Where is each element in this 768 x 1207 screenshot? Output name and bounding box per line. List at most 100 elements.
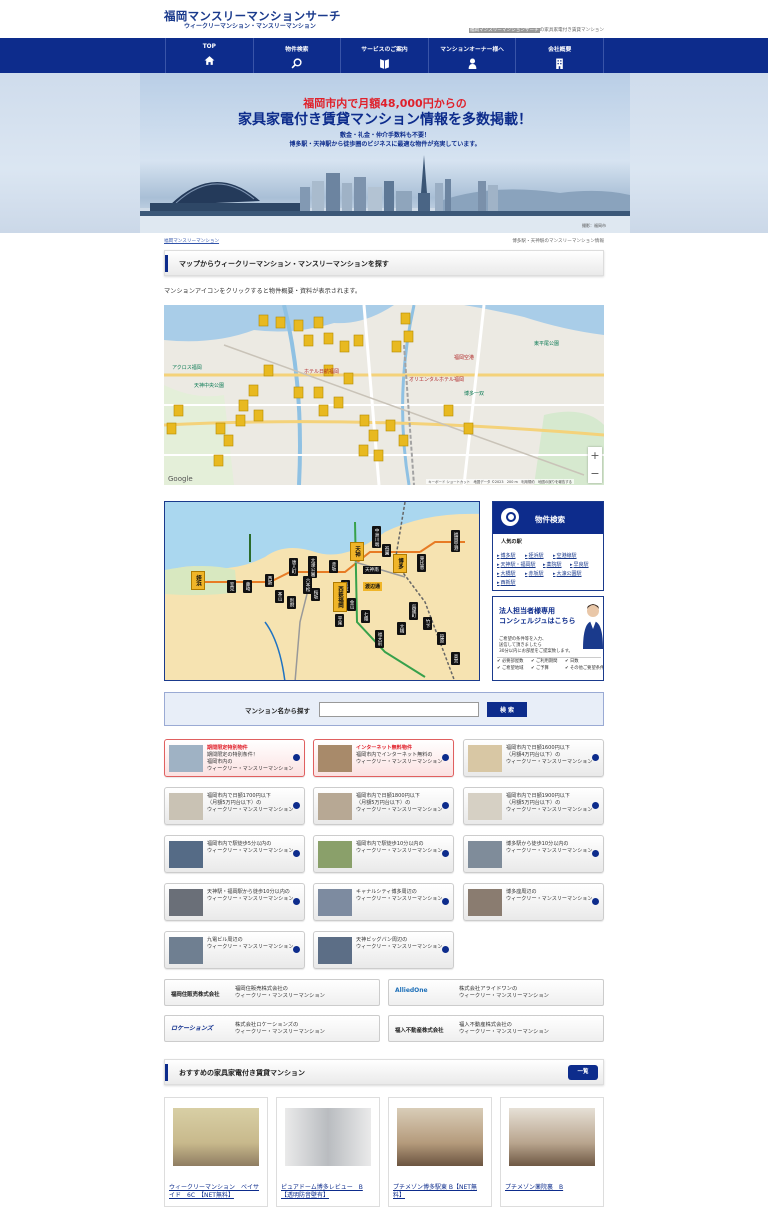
station-ohashi[interactable]: 大橋 (397, 622, 406, 636)
route-map[interactable]: 姪浜 室見 藤崎 西新 唐人町 大濠公園 赤坂 天神 中洲川端 祇園 博多 東比… (164, 501, 480, 681)
company-card[interactable]: 福入不動産株式会社 福入不動産株式会社の ウィークリー・マンスリーマンション (388, 1015, 604, 1042)
category-card[interactable]: 福岡市内で日額1800円以下 （月額5万円台以下）の ウィークリー・マンスリーマ… (313, 787, 454, 825)
category-card[interactable]: 福岡市内で日額1700円以下 （月額5万円台以下）の ウィークリー・マンスリーマ… (164, 787, 305, 825)
station-higashihie[interactable]: 東比恵 (417, 554, 426, 572)
company-card[interactable]: 福岡住販売株式会社 福岡住販売株式会社の ウィークリー・マンスリーマンション (164, 979, 380, 1006)
google-map[interactable]: アクロス福岡 天神中央公園 博多一双 東平尾公園 ホテル日航福岡 オリエンタルホテル福岡… (164, 305, 604, 485)
station-fukudaimae[interactable]: 福大前 (375, 630, 384, 648)
category-description: 天神駅・福岡駅から徒歩10分以内の ウィークリー・マンスリーマンション (207, 889, 294, 902)
station-akasaka[interactable]: 赤坂 (329, 560, 338, 574)
concierge-line2: コンシェルジュはこちら (499, 617, 576, 625)
recommended-card[interactable]: ウィークリーマンション ベイサ イド 6C 【NET無料】 (164, 1097, 268, 1207)
zoom-in-button[interactable]: + (588, 447, 602, 465)
recommended-card[interactable]: プチメゾン薬院裏 B (500, 1097, 604, 1207)
zoom-out-button[interactable]: − (588, 465, 602, 483)
category-text: 福岡市内で日額1700円以下 （月額5万円台以下）の ウィークリー・マンスリーマ… (207, 793, 294, 814)
station-watanabedori[interactable]: 渡辺通 (363, 582, 383, 591)
station-gion[interactable]: 祇園 (382, 544, 391, 558)
company-name: 福岡住販売株式会社 (171, 992, 220, 998)
category-card[interactable]: 博多駅から徒歩10分以内の ウィークリー・マンスリーマンション (463, 835, 604, 873)
view-all-button[interactable]: 一覧 (568, 1065, 598, 1080)
station-tenjin[interactable]: 天神 (350, 542, 364, 561)
category-thumbnail (169, 793, 203, 820)
station-muromi[interactable]: 室見 (227, 580, 236, 594)
station-ropponmatsu[interactable]: 六本松 (303, 576, 312, 594)
category-card[interactable]: 福岡市内で日額1600円以下 （月額4万円台以下）の ウィークリー・マンスリーマ… (463, 739, 604, 777)
nav-owner[interactable]: マンションオーナー様へ (427, 38, 516, 73)
popular-station-link[interactable]: 早良駅 (570, 561, 589, 568)
station-gofukumachi[interactable]: 呉服町 (409, 602, 418, 620)
station-nakasu[interactable]: 中洲川端 (372, 526, 381, 549)
station-kanayama[interactable]: 金山 (347, 598, 356, 612)
station-sasabaru[interactable]: 笹原 (437, 632, 446, 646)
station-tojinmachi[interactable]: 唐人町 (289, 558, 298, 576)
corporate-concierge-banner[interactable]: 法人担当者様専用 コンシェルジュはこちら ご希望の条件等を入力、 送信して頂きま… (492, 596, 604, 681)
station-nishijin[interactable]: 西新 (265, 574, 274, 588)
category-thumbnail (318, 841, 352, 868)
station-tenjin-minami[interactable]: 天神南 (363, 566, 381, 574)
property-name[interactable]: ウィークリーマンション ベイサ イド 6C 【NET無料】 (169, 1184, 265, 1200)
station-meinohama[interactable]: 姪浜 (191, 571, 205, 590)
station-fujisaki[interactable]: 藤崎 (243, 580, 252, 594)
arrow-icon (592, 802, 599, 809)
breadcrumb[interactable]: 福岡マンスリーマンション (164, 238, 219, 244)
popular-station-link[interactable]: 薬院駅 (543, 561, 562, 568)
station-hakata[interactable]: 博多 (393, 554, 407, 573)
property-search-button[interactable]: 物件検索 (493, 502, 603, 534)
category-card[interactable]: 天神駅・福岡駅から徒歩10分以内の ウィークリー・マンスリーマンション (164, 883, 305, 921)
popular-station-link[interactable]: 空港線駅 (553, 552, 577, 559)
property-name[interactable]: プチメゾン博多駅東 B【NET無 料】 (393, 1184, 489, 1200)
category-card[interactable]: 九電ビル周辺の ウィークリー・マンスリーマンション (164, 931, 305, 969)
station-sakurazaka[interactable]: 桜坂 (311, 588, 320, 602)
category-card[interactable]: 福岡市内で駅徒歩10分以内の ウィークリー・マンスリーマンション (313, 835, 454, 873)
category-description: 期間限定の特別条件！ 福岡市内の ウィークリー・マンスリーマンション (207, 752, 294, 772)
station-fukuoka-airport[interactable]: 福岡空港 (451, 530, 460, 553)
category-card[interactable]: 期間限定特別物件 期間限定の特別条件！ 福岡市内の ウィークリー・マンスリーマン… (164, 739, 305, 777)
nav-search[interactable]: 物件検索 (252, 38, 341, 73)
google-logo: Google (168, 475, 193, 483)
company-card[interactable]: AlliedOne 株式会社アライドワンの ウィークリー・マンスリーマンション (388, 979, 604, 1006)
name-search-button[interactable]: 検 索 (487, 702, 527, 717)
map-attribution[interactable]: キーボード ショートカット 地図データ ©2023 200 m 利用規約 地図の… (426, 479, 574, 484)
property-name[interactable]: プチメゾン薬院裏 B (505, 1184, 601, 1192)
map-zoom-control: + − (588, 447, 602, 483)
station-chayama[interactable]: 茶山 (275, 590, 284, 604)
category-card[interactable]: インターネット無料物件 福岡市内でインターネット無料の ウィークリー・マンスリー… (313, 739, 454, 777)
station-befu[interactable]: 別府 (287, 596, 296, 610)
category-card[interactable]: 福岡市内で日額1900円以下 （月額5万円台以下）の ウィークリー・マンスリーマ… (463, 787, 604, 825)
property-name[interactable]: ピュアドーム博多レビュー B 【透明防音壁有】 (281, 1184, 377, 1200)
popular-station-link[interactable]: 赤坂駅 (525, 570, 544, 577)
popular-station-link[interactable]: 天神駅・福岡駅 (497, 561, 536, 568)
station-hirao[interactable]: 平尾 (335, 614, 344, 628)
station-takamiya[interactable]: 高宮 (451, 652, 460, 666)
company-desc: 福岡住販売株式会社の ウィークリー・マンスリーマンション (235, 986, 325, 999)
category-thumbnail (318, 889, 352, 916)
category-description: 九電ビル周辺の ウィークリー・マンスリーマンション (207, 937, 294, 950)
station-nishitetsu-fukuoka[interactable]: 西鉄福岡 (333, 582, 347, 612)
popular-station-link[interactable]: 大橋駅 (497, 570, 516, 577)
popular-station-link[interactable]: 大濠公園駅 (553, 570, 582, 577)
category-card[interactable]: 天神ビッグバン周辺の ウィークリー・マンスリーマンション (313, 931, 454, 969)
name-search-input[interactable] (319, 702, 479, 717)
station-nanakuma[interactable]: 七隈 (361, 610, 370, 624)
category-description: 福岡市内で日額1900円以下 （月額5万円台以下）の ウィークリー・マンスリーマ… (506, 793, 593, 813)
company-card[interactable]: ロケーションズ 株式会社ロケーションズの ウィークリー・マンスリーマンション (164, 1015, 380, 1042)
nav-top[interactable]: TOP (165, 38, 253, 73)
search-icon (501, 508, 519, 526)
popular-station-link[interactable]: 姪浜駅 (525, 552, 544, 559)
category-card[interactable]: 福岡市内で駅徒歩5分以内の ウィークリー・マンスリーマンション (164, 835, 305, 873)
recommended-card[interactable]: ピュアドーム博多レビュー B 【透明防音壁有】 (276, 1097, 380, 1207)
city-skyline-image (140, 155, 630, 233)
svg-text:オリエンタルホテル福岡: オリエンタルホテル福岡 (409, 376, 464, 383)
recommended-card[interactable]: プチメゾン博多駅東 B【NET無 料】 (388, 1097, 492, 1207)
category-card[interactable]: キャナルシティ博多周辺の ウィークリー・マンスリーマンション (313, 883, 454, 921)
popular-station-link[interactable]: 西新駅 (497, 579, 516, 586)
section-title: マップからウィークリーマンション・マンスリーマンションを探す (179, 260, 389, 268)
popular-station-link[interactable]: 博多駅 (497, 552, 516, 559)
category-thumbnail (169, 937, 203, 964)
home-icon (204, 56, 215, 65)
station-takeshita[interactable]: 竹下 (423, 617, 432, 631)
nav-company[interactable]: 会社概要 (515, 38, 604, 73)
category-card[interactable]: 博多座周辺の ウィークリー・マンスリーマンション (463, 883, 604, 921)
nav-service[interactable]: サービスのご案内 (340, 38, 428, 73)
